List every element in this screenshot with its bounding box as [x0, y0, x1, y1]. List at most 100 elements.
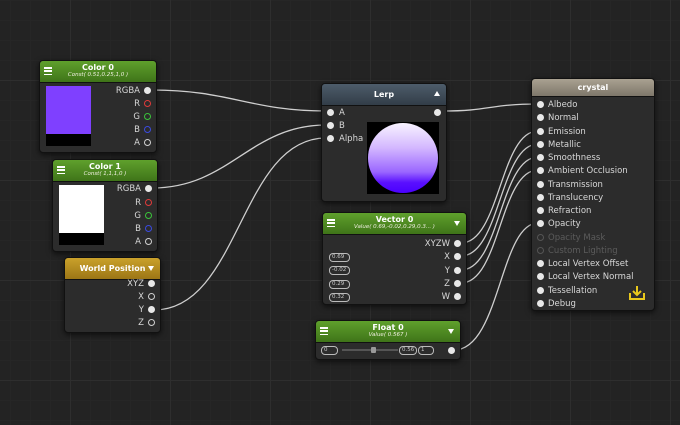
color0-port-r[interactable] [144, 100, 151, 107]
wire-color0-to-lerp-a [151, 89, 327, 112]
color1-port-g[interactable] [145, 212, 152, 219]
world-position-header[interactable]: World Position [65, 258, 160, 280]
vector0-output-y: Y [444, 266, 450, 276]
crystal-input-local-vertex-normal: Local Vertex Normal [548, 272, 634, 283]
crystal-input-opacity-mask: Opacity Mask [548, 232, 606, 243]
vector0-field-y[interactable]: -0.02 [329, 266, 350, 275]
lerp-port-output[interactable] [434, 109, 441, 116]
hamburger-icon[interactable] [320, 327, 328, 336]
crystal-input-refraction: Refraction [548, 206, 592, 216]
hamburger-icon[interactable] [327, 219, 335, 228]
vector0-field-w[interactable]: 0.32 [329, 293, 350, 302]
crystal-input-opacity: Opacity [548, 219, 581, 230]
crystal-port-albedo[interactable] [537, 101, 544, 108]
vector0-output-z: Z [444, 279, 450, 289]
crystal-port-opacity[interactable] [537, 220, 544, 228]
crystal-input-metallic: Metallic [548, 139, 581, 150]
world-position-port-z[interactable] [148, 319, 155, 326]
crystal-port-local-vertex-normal[interactable] [537, 273, 544, 281]
color0-swatch[interactable] [46, 86, 91, 134]
vector0-output-x: X [444, 252, 450, 262]
hamburger-icon[interactable] [57, 166, 65, 175]
triangle-down-icon[interactable] [454, 221, 460, 226]
float0-node[interactable]: Float 0 Value( 0.567 ) 0 0.56 1 [315, 320, 461, 360]
color0-port-a[interactable] [144, 139, 151, 146]
world-position-port-y[interactable] [148, 306, 155, 313]
color0-port-b[interactable] [144, 126, 151, 133]
lerp-preview-sphere [368, 123, 438, 193]
lerp-header[interactable]: Lerp [322, 84, 446, 106]
color0-port-rgba[interactable] [144, 87, 151, 94]
crystal-port-smoothness[interactable] [537, 154, 544, 161]
world-position-output-y: Y [138, 305, 144, 315]
lerp-port-a[interactable] [327, 109, 334, 116]
crystal-input-albedo: Albedo [548, 100, 578, 110]
vector0-port-x[interactable] [454, 253, 461, 260]
lerp-input-a: A [339, 108, 345, 118]
lerp-port-alpha[interactable] [327, 135, 334, 142]
crystal-input-emission: Emission [548, 126, 586, 137]
triangle-down-icon[interactable] [448, 329, 454, 334]
float0-value-field[interactable]: 0.56 [399, 346, 417, 355]
color0-header[interactable]: Color 0 Const( 0.51,0.25,1,0 ) [40, 61, 156, 83]
color1-header[interactable]: Color 1 Const( 1,1,1,0 ) [53, 160, 157, 182]
lerp-port-b[interactable] [327, 122, 334, 129]
color1-alpha-bar [59, 233, 104, 245]
triangle-down-icon[interactable] [148, 266, 154, 271]
hamburger-icon[interactable] [44, 67, 52, 76]
vector0-port-z[interactable] [454, 280, 461, 287]
color1-port-r[interactable] [145, 199, 152, 206]
crystal-port-refraction[interactable] [537, 207, 544, 214]
wire-vector-x-to-metallic [460, 143, 539, 257]
crystal-port-custom-lighting[interactable] [537, 246, 544, 254]
crystal-port-transmission[interactable] [537, 180, 544, 188]
crystal-port-normal[interactable] [537, 114, 544, 122]
float0-slider-track[interactable] [342, 347, 398, 353]
vector0-field-x[interactable]: 0.69 [329, 253, 350, 262]
crystal-port-ambient-occlusion[interactable] [537, 167, 544, 175]
color1-port-b[interactable] [145, 225, 152, 232]
vector0-node[interactable]: Vector 0 Value( 0.69,-0.02,0.29,0.3... )… [322, 212, 467, 305]
wire-vector-xyzw-to-emission [460, 130, 539, 244]
color1-node[interactable]: Color 1 Const( 1,1,1,0 ) RGBA R G B A [52, 159, 158, 252]
crystal-header[interactable]: crystal [532, 79, 654, 97]
color0-node[interactable]: Color 0 Const( 0.51,0.25,1,0 ) RGBA R G … [39, 60, 157, 153]
lerp-input-alpha: Alpha [339, 134, 364, 144]
triangle-up-icon[interactable] [434, 91, 440, 96]
vector0-subtitle: Value( 0.69,-0.02,0.29,0.3... ) [354, 224, 435, 230]
vector0-port-w[interactable] [454, 293, 461, 300]
crystal-input-local-vertex-offset: Local Vertex Offset [548, 259, 629, 269]
float0-min-field[interactable]: 0 [321, 346, 338, 355]
color1-port-a[interactable] [145, 238, 152, 245]
lerp-input-b: B [339, 121, 345, 131]
crystal-port-opacity-mask[interactable] [537, 233, 544, 241]
crystal-port-translucency[interactable] [537, 193, 544, 201]
world-position-output-z: Z [138, 318, 144, 328]
float0-slider-knob[interactable] [371, 347, 377, 353]
wire-vector-y-to-smoothness [460, 156, 539, 271]
crystal-input-translucency: Translucency [548, 192, 604, 203]
color1-port-rgba[interactable] [145, 185, 152, 192]
float0-max-field[interactable]: 1 [418, 346, 434, 355]
crystal-port-metallic[interactable] [537, 140, 544, 148]
world-position-port-xyz[interactable] [148, 280, 155, 287]
world-position-port-x[interactable] [148, 293, 155, 300]
crystal-output-node[interactable]: crystal Albedo Normal Emission Metallic Smoo… [531, 78, 655, 311]
float0-header[interactable]: Float 0 Value( 0.567 ) [316, 321, 460, 343]
world-position-node[interactable]: World Position XYZ X Y Z [64, 257, 161, 333]
lerp-node[interactable]: Lerp A B Alpha [321, 83, 447, 202]
color1-swatch[interactable] [59, 185, 104, 233]
vector0-port-xyzw[interactable] [454, 240, 461, 247]
crystal-port-tessellation[interactable] [537, 286, 544, 294]
download-icon[interactable] [628, 285, 646, 301]
color0-port-g[interactable] [144, 113, 151, 120]
color0-output-rgba: RGBA [115, 86, 140, 96]
float0-subtitle: Value( 0.567 ) [368, 332, 408, 338]
crystal-port-local-vertex-offset[interactable] [537, 260, 544, 267]
vector0-field-z[interactable]: 0.29 [329, 280, 350, 289]
crystal-port-emission[interactable] [537, 127, 544, 135]
float0-port-output[interactable] [448, 347, 455, 354]
crystal-port-debug[interactable] [537, 299, 544, 307]
vector0-header[interactable]: Vector 0 Value( 0.69,-0.02,0.29,0.3... ) [323, 213, 466, 235]
vector0-port-y[interactable] [454, 267, 461, 274]
